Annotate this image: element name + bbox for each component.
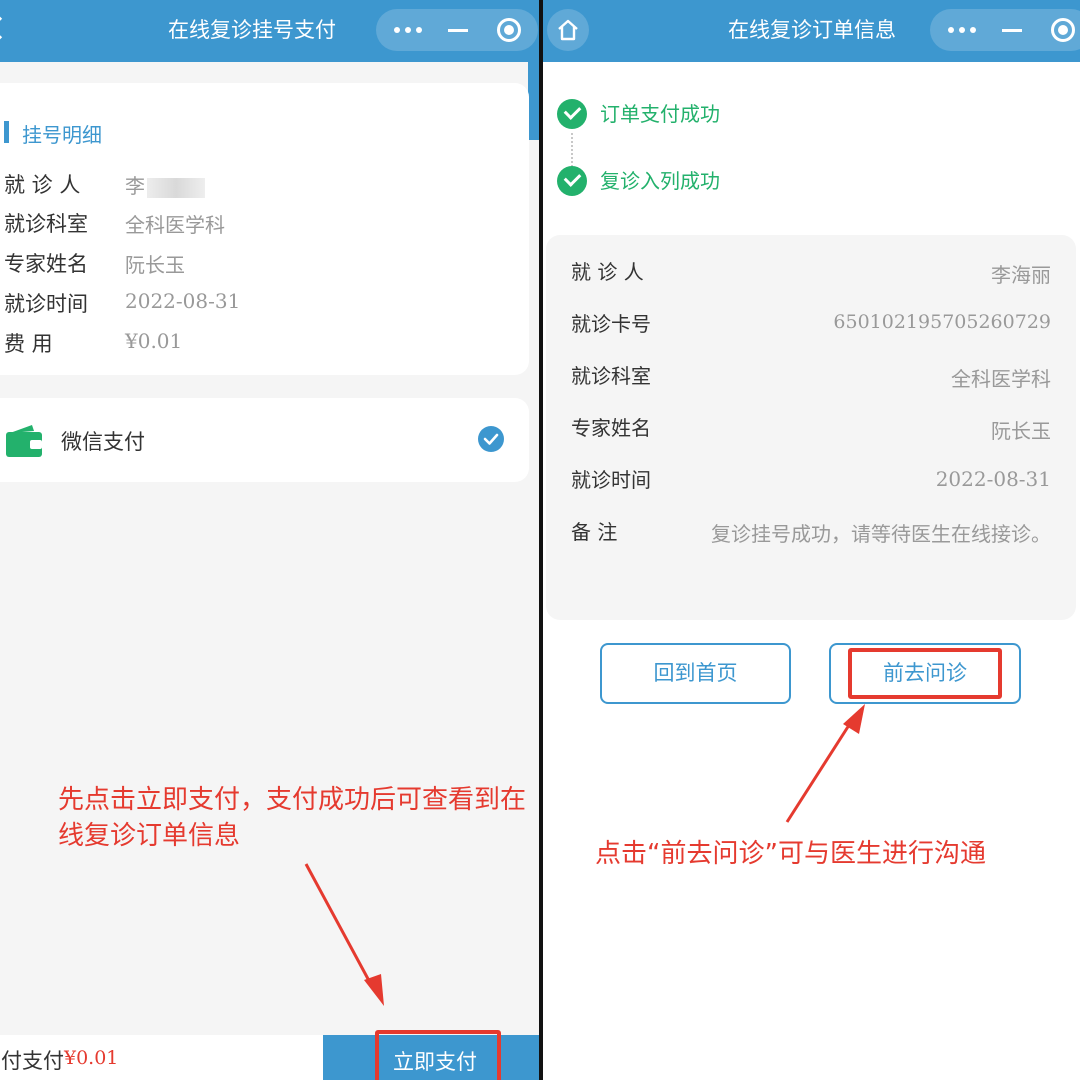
doctor-label: 专家姓名: [571, 416, 651, 440]
department-label: 就诊科室: [4, 212, 88, 236]
page-title: 在线复诊订单信息: [728, 18, 896, 42]
redacted-name: [147, 177, 205, 198]
order-info-screen: 在线复诊订单信息 订单支付成功 复诊入列成功 就 诊 人 李海丽 就诊卡号 65…: [543, 0, 1080, 1080]
instruction-annotation: 先点击立即支付，支付成功后可查看到在线复诊订单信息: [58, 785, 527, 851]
patient-label: 就 诊 人: [571, 260, 644, 284]
back-home-button[interactable]: 回到首页: [600, 643, 791, 704]
close-target-icon[interactable]: [497, 18, 521, 42]
payment-method-label: 微信支付: [61, 430, 145, 454]
home-button[interactable]: [547, 9, 589, 51]
payment-screen: 在线复诊挂号支付 挂号明细 就 诊 人 李 就诊科室 全科医学科 专家姓名 阮长…: [0, 0, 539, 1080]
payment-method-card[interactable]: 微信支付: [0, 398, 529, 482]
scroll-indicator: [528, 62, 539, 140]
annotation-arrow: [304, 863, 384, 1006]
department-value: 全科医学科: [125, 213, 225, 237]
patient-label: 就 诊 人: [4, 173, 81, 197]
card-number-value: 650102195705260729: [833, 311, 1051, 333]
step-label: 复诊入列成功: [600, 169, 720, 193]
patient-value: 李海丽: [991, 263, 1051, 287]
doctor-value: 阮长玉: [991, 419, 1051, 443]
close-target-icon[interactable]: [1051, 18, 1075, 42]
consult-button-highlight: [848, 648, 1002, 699]
check-circle-icon[interactable]: [477, 425, 505, 453]
wallet-icon: [6, 425, 42, 457]
instruction-annotation: 点击“前去问诊”可与医生进行沟通: [595, 839, 986, 869]
registration-detail-card: 挂号明细 就 诊 人 李 就诊科室 全科医学科 专家姓名 阮长玉 就诊时间 20…: [0, 83, 529, 375]
remark-value: 复诊挂号成功，请等待医生在线接诊。: [711, 522, 1051, 546]
patient-value: 李: [125, 170, 205, 199]
check-circle-icon: [557, 99, 587, 129]
order-detail-card: 就 诊 人 李海丽 就诊卡号 650102195705260729 就诊科室 全…: [546, 235, 1076, 620]
minimize-icon[interactable]: [448, 29, 468, 32]
department-value: 全科医学科: [951, 367, 1051, 391]
doctor-label: 专家姓名: [4, 252, 88, 276]
remark-label: 备 注: [571, 520, 618, 544]
more-dots-icon[interactable]: [942, 9, 982, 51]
visit-time-value: 2022-08-31: [125, 289, 241, 313]
chevron-left-icon[interactable]: [0, 16, 12, 40]
visit-time-label: 就诊时间: [4, 292, 88, 316]
minimize-icon[interactable]: [1002, 29, 1022, 32]
home-icon: [558, 19, 578, 41]
mini-program-capsule: [376, 9, 538, 51]
step-label: 订单支付成功: [600, 102, 720, 126]
title-bar: 在线复诊挂号支付: [0, 0, 539, 62]
department-label: 就诊科室: [571, 364, 651, 388]
page-title: 在线复诊挂号支付: [168, 18, 336, 42]
fee-value: ¥0.01: [125, 329, 183, 353]
title-bar: 在线复诊订单信息: [543, 0, 1080, 62]
visit-time-label: 就诊时间: [571, 468, 651, 492]
card-number-label: 就诊卡号: [571, 312, 651, 336]
footer-total-amount: ¥0.01: [64, 1047, 119, 1069]
pay-button-highlight: [375, 1030, 501, 1080]
footer-total-label: 实付支付: [0, 1049, 64, 1073]
annotation-arrow: [785, 704, 865, 823]
check-circle-icon: [557, 166, 587, 196]
more-dots-icon[interactable]: [388, 9, 428, 51]
doctor-value: 阮长玉: [125, 253, 185, 277]
section-title: 挂号明细: [4, 119, 102, 148]
fee-label: 费 用: [4, 332, 53, 356]
visit-time-value: 2022-08-31: [935, 467, 1051, 491]
mini-program-capsule: [930, 9, 1080, 51]
step-connector: [571, 133, 573, 167]
